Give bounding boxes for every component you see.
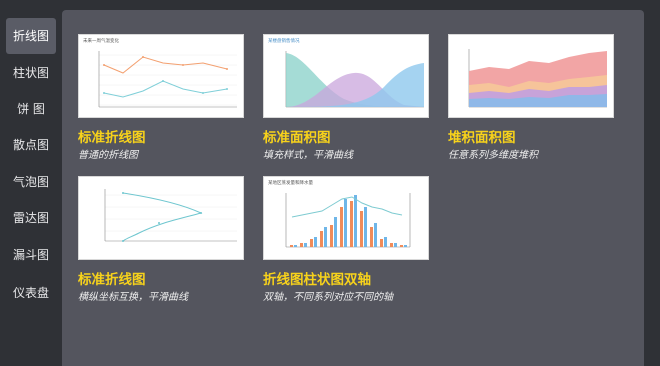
template-title: 折线图柱状图双轴: [263, 272, 371, 288]
sidebar-item-bubble[interactable]: 气泡图: [6, 164, 56, 200]
sidebar-item-radar[interactable]: 雷达图: [6, 200, 56, 236]
template-description: 填充样式，平滑曲线: [263, 150, 353, 161]
dual-axis-chart-thumbnail: 某地区蒸发量和降水量: [268, 179, 411, 248]
template-description: 横纵坐标互换，平滑曲线: [78, 292, 188, 303]
template-title: 堆积面积图: [448, 130, 516, 146]
inverted-line-chart-thumbnail: [104, 189, 237, 242]
template-gallery: 未来一周气温变化 标准折线图 普通的折线图 某楼盘销售情况 标准面积图 填充样式…: [62, 10, 644, 366]
stacked-area-chart-thumbnail: [468, 49, 607, 108]
chart-type-sidebar: 折线图 柱状图 饼 图 散点图 气泡图 雷达图 漏斗图 仪表盘: [0, 0, 62, 366]
sidebar-item-pie[interactable]: 饼 图: [6, 91, 56, 127]
template-thumbnail[interactable]: 未来一周气温变化: [78, 34, 244, 118]
template-description: 任意系列多维度堆积: [448, 150, 538, 161]
template-thumbnail[interactable]: 某楼盘销售情况: [263, 34, 429, 118]
thumbnail-caption: 某地区蒸发量和降水量: [268, 179, 313, 186]
right-edge: [646, 10, 660, 366]
template-thumbnail[interactable]: [78, 176, 244, 260]
line-chart-thumbnail: 未来一周气温变化: [83, 37, 237, 108]
sidebar-item-funnel[interactable]: 漏斗图: [6, 237, 56, 273]
template-thumbnail[interactable]: 某地区蒸发量和降水量: [263, 176, 429, 260]
template-thumbnail[interactable]: [448, 34, 614, 118]
sidebar-item-gauge[interactable]: 仪表盘: [6, 275, 56, 311]
template-title: 标准折线图: [78, 272, 146, 288]
thumbnail-caption: 未来一周气温变化: [83, 37, 119, 44]
area-chart-thumbnail: 某楼盘销售情况: [268, 37, 424, 108]
template-description: 普通的折线图: [78, 150, 138, 161]
app-window: 折线图 柱状图 饼 图 散点图 气泡图 雷达图 漏斗图 仪表盘 未来一周气温变化: [0, 0, 660, 366]
thumbnail-caption: 某楼盘销售情况: [268, 37, 300, 44]
template-title: 标准折线图: [78, 130, 146, 146]
template-title: 标准面积图: [263, 130, 331, 146]
template-description: 双轴，不同系列对应不同的轴: [263, 292, 393, 303]
sidebar-item-bar[interactable]: 柱状图: [6, 55, 56, 91]
sidebar-item-line[interactable]: 折线图: [6, 18, 56, 54]
sidebar-item-scatter[interactable]: 散点图: [6, 127, 56, 163]
